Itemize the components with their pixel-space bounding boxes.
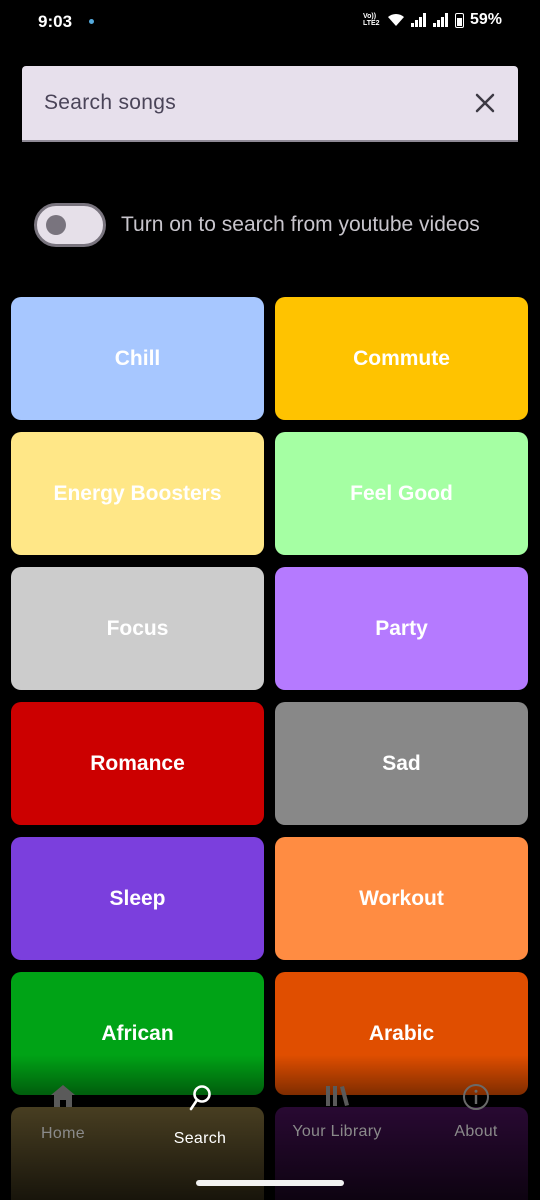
- nav-search-label: Search: [173, 1130, 227, 1147]
- status-time: 9:03: [38, 12, 73, 31]
- signal-1-icon: [410, 13, 426, 27]
- volte-indicator: Vo)) LTE2: [362, 13, 380, 27]
- genre-label: Chill: [114, 346, 161, 370]
- battery-percent: 59%: [469, 11, 502, 28]
- battery-icon: [454, 12, 464, 28]
- genre-label: Sad: [382, 751, 421, 775]
- info-icon: [463, 1084, 489, 1110]
- nav-search[interactable]: Search: [145, 1075, 255, 1155]
- nav-about[interactable]: About: [421, 1075, 531, 1155]
- genre-tile[interactable]: Workout: [275, 837, 528, 960]
- close-icon[interactable]: [470, 88, 500, 118]
- library-icon: [326, 1086, 349, 1106]
- youtube-search-toggle[interactable]: [34, 203, 106, 247]
- genre-label: Romance: [90, 751, 185, 775]
- status-indicators: Vo)) LTE2 59%: [363, 11, 502, 29]
- home-icon: [51, 1085, 75, 1107]
- genre-tile[interactable]: Romance: [11, 702, 264, 825]
- genre-label: Party: [375, 616, 428, 640]
- genre-tile[interactable]: Sad: [275, 702, 528, 825]
- nav-library-label: Your Library: [292, 1123, 382, 1140]
- search-input[interactable]: Search songs: [22, 66, 518, 142]
- nav-home-label: Home: [41, 1125, 85, 1142]
- genre-label: Feel Good: [350, 481, 453, 505]
- nav-home[interactable]: Home: [8, 1075, 118, 1155]
- signal-2-icon: [432, 13, 448, 27]
- genre-label: Workout: [359, 886, 444, 910]
- search-placeholder: Search songs: [44, 91, 177, 114]
- genre-label: African: [101, 1021, 174, 1045]
- genre-tile[interactable]: Chill: [11, 297, 264, 420]
- genre-label: Arabic: [368, 1021, 435, 1045]
- notification-dot-icon: [89, 19, 94, 24]
- genre-tile[interactable]: Focus: [11, 567, 264, 690]
- genre-tile[interactable]: Sleep: [11, 837, 264, 960]
- status-bar: 9:03 Vo)) LTE2 59%: [0, 0, 540, 46]
- genre-label: Focus: [106, 616, 169, 640]
- search-icon: [189, 1085, 211, 1111]
- home-indicator: [196, 1180, 344, 1186]
- genre-tile[interactable]: Energy Boosters: [11, 432, 264, 555]
- wifi-icon: [387, 13, 404, 26]
- genre-label: Energy Boosters: [53, 481, 222, 505]
- genre-tile[interactable]: Commute: [275, 297, 528, 420]
- nav-your-library[interactable]: Your Library: [282, 1075, 392, 1155]
- genre-label: Commute: [353, 346, 450, 370]
- genre-label: Sleep: [109, 886, 166, 910]
- bottom-nav: Home Search Your Library About: [0, 1075, 540, 1175]
- genre-tile[interactable]: Feel Good: [275, 432, 528, 555]
- genre-tile[interactable]: Party: [275, 567, 528, 690]
- youtube-toggle-label: Turn on to search from youtube videos: [121, 213, 480, 236]
- nav-about-label: About: [454, 1123, 498, 1140]
- toggle-knob: [46, 215, 66, 235]
